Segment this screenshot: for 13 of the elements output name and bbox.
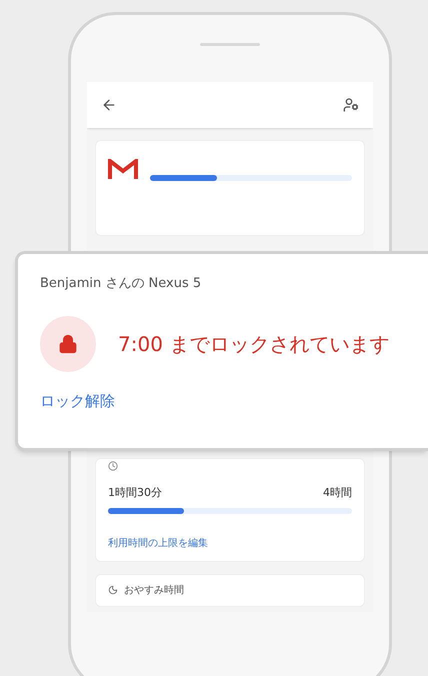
bedtime-title: おやすみ時間 (124, 584, 184, 598)
mail-logo-icon (108, 159, 138, 179)
account-settings-icon[interactable] (343, 97, 359, 113)
limit-time: 4時間 (323, 485, 352, 501)
unlock-link[interactable]: ロック解除 (40, 390, 406, 412)
device-name: Benjamin さんの Nexus 5 (40, 275, 202, 293)
clock-icon (108, 461, 118, 471)
edit-limit-link[interactable]: 利用時間の上限を編集 (108, 536, 352, 550)
lock-icon (58, 334, 78, 354)
lock-message: 7:00 までロックされています (118, 330, 390, 358)
moon-icon (108, 585, 118, 595)
used-time: 1時間30分 (108, 485, 162, 501)
back-icon[interactable] (101, 97, 117, 113)
